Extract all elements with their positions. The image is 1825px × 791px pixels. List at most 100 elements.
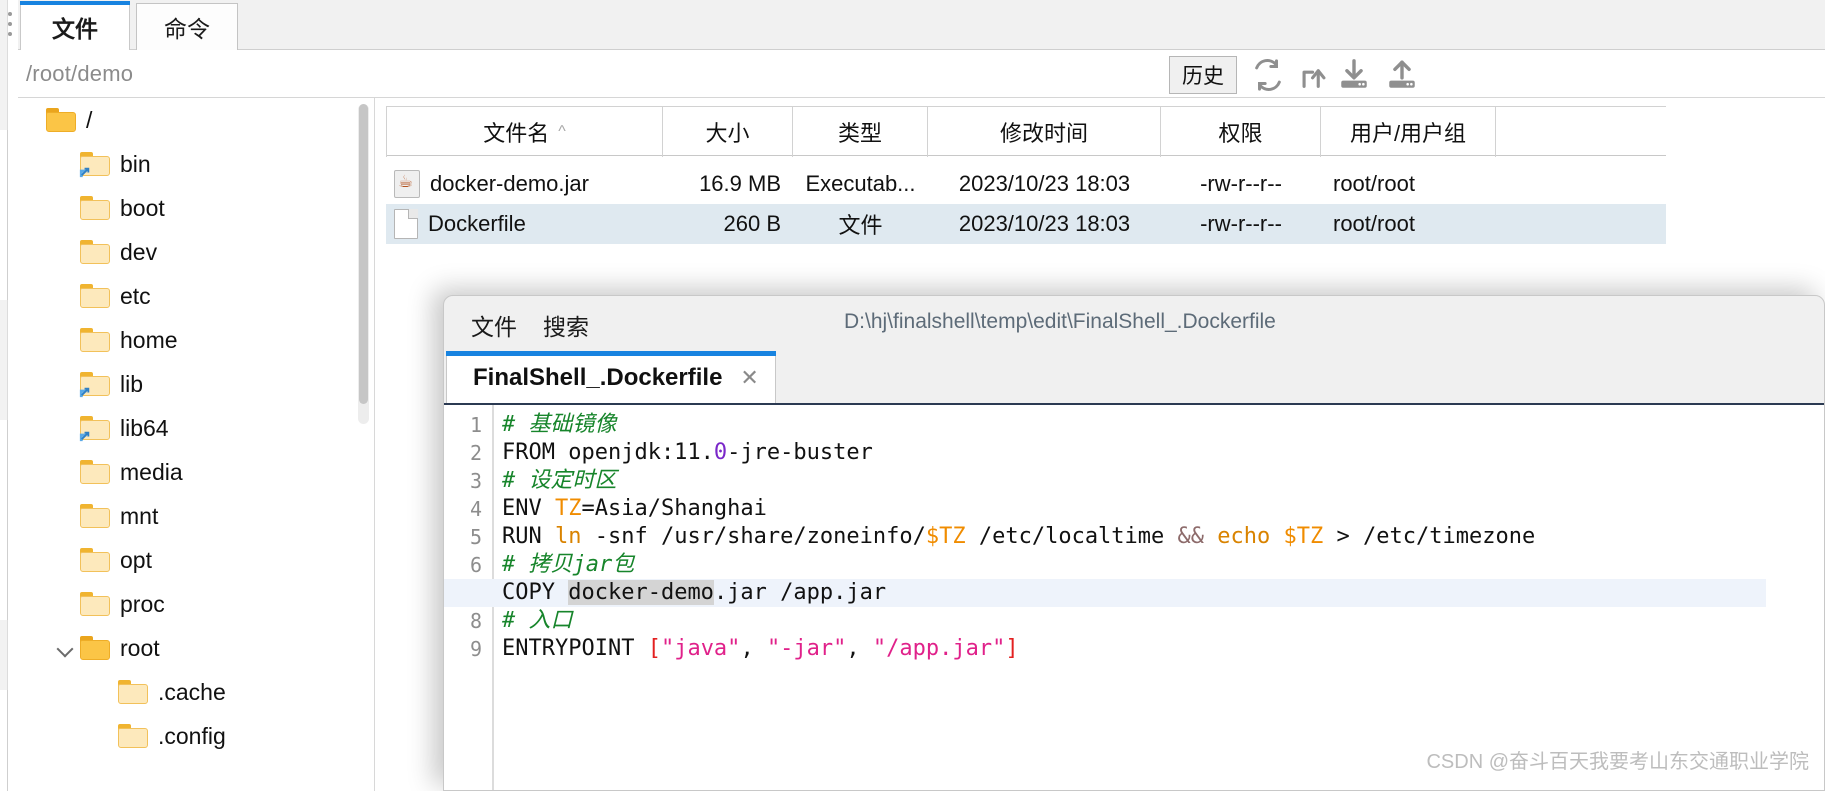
editor-menu-search-label: 搜索 [543,314,589,340]
tree-item-label: etc [120,282,151,309]
line-number: 4 [469,497,482,521]
tree-item-label: media [120,458,183,485]
editor-code-content[interactable]: # 基础镜像 FROM openjdk:11.0-jre-buster # 设定时区… [444,405,1824,790]
column-header-label: 用户/用户组 [1349,121,1467,146]
main-tab-strip: 文件 命令 [18,0,1825,50]
tree-item-opt[interactable]: opt [18,538,374,582]
sort-ascending-icon: ^ [558,123,566,140]
tree-item-lib[interactable]: lib [18,362,374,406]
tree-item-bin[interactable]: bin [18,142,374,186]
code-line[interactable]: # 入口 [502,607,573,635]
left-rail-segment-1 [0,130,8,300]
tree-item-cache[interactable]: .cache [18,670,374,714]
text-editor-window: 文件 搜索 D:\hj\finalshell\temp\edit\FinalSh… [443,295,1825,791]
code-line[interactable]: COPY docker-demo.jar /app.jar [444,579,1766,607]
tree-item-label: lib [120,370,144,397]
cell-size: 260 B [723,211,782,236]
tree-item-config[interactable]: .config [18,714,374,758]
folder-icon [80,504,110,528]
code-line[interactable]: FROM openjdk:11.0-jre-buster [502,439,873,467]
cell-modified: 2023/10/23 18:03 [958,211,1131,236]
tab-files-label: 文件 [52,16,98,42]
file-table-header: 文件名 ^ 大小 类型 修改时间 权限 用户/用户组 [386,106,1666,157]
tab-commands[interactable]: 命令 [136,3,238,50]
chevron-down-icon[interactable] [56,637,78,659]
tree-item-proc[interactable]: proc [18,582,374,626]
line-number: 5 [469,525,482,549]
refresh-icon[interactable] [1250,58,1286,92]
tree-item-etc[interactable]: etc [18,274,374,318]
code-line[interactable]: # 拷贝jar包 [502,551,634,579]
cell-owner: root/root [1333,171,1415,196]
history-button[interactable]: 历史 [1169,56,1237,94]
line-number: 6 [469,553,482,577]
folder-icon [80,592,110,616]
column-header-5[interactable]: 用户/用户组 [1321,107,1496,157]
folder-icon [46,108,76,132]
editor-tab-label: FinalShell_.Dockerfile [473,363,723,391]
folder-icon [80,548,110,572]
tree-item-label: proc [120,590,165,617]
tree-item-boot[interactable]: boot [18,186,374,230]
directory-tree[interactable]: / bin boot dev etc home lib lib64 media mnt opt pro… [18,98,375,791]
editor-menu-file[interactable]: 文件 [471,308,517,340]
tree-item-home[interactable]: home [18,318,374,362]
path-bar: /root/demo 历史 [18,50,1825,98]
line-number: 8 [469,609,482,633]
tree-item-label: / [86,106,93,133]
upload-icon[interactable] [1384,58,1420,92]
editor-tab-dockerfile[interactable]: FinalShell_.Dockerfile ✕ [446,351,776,403]
column-header-0[interactable]: 文件名 ^ [386,107,663,157]
line-number: 9 [469,637,482,661]
tree-item-root[interactable]: root [18,626,374,670]
table-row[interactable]: docker-demo.jar 16.9 MB Executab... 2023/10… [386,164,1666,204]
code-line[interactable]: # 基础镜像 [502,411,617,439]
column-header-1[interactable]: 大小 [663,107,793,157]
folder-icon [118,680,148,704]
tree-item-[interactable]: / [18,98,374,142]
column-header-3[interactable]: 修改时间 [928,107,1161,157]
editor-menu-bar: 文件 搜索 D:\hj\finalshell\temp\edit\FinalSh… [444,296,1824,351]
folder-icon [118,724,148,748]
tree-item-media[interactable]: media [18,450,374,494]
tree-item-mnt[interactable]: mnt [18,494,374,538]
current-path-input[interactable]: /root/demo [26,61,133,87]
window-grip-handle[interactable] [6,6,16,52]
code-line[interactable]: ENTRYPOINT ["java", "-jar", "/app.jar"] [502,635,1019,663]
tree-item-label: opt [120,546,152,573]
table-row[interactable]: Dockerfile 260 B 文件 2023/10/23 18:03 -rw-r--… [386,204,1666,244]
tree-item-label: home [120,326,178,353]
code-line[interactable]: ENV TZ=Asia/Shanghai [502,495,767,523]
tree-item-label: .cache [158,678,226,705]
history-button-label: 历史 [1182,65,1224,88]
cell-type: Executab... [805,171,916,196]
tab-commands-label: 命令 [164,16,210,42]
tab-files[interactable]: 文件 [20,1,130,50]
column-header-2[interactable]: 类型 [793,107,928,157]
line-number: 2 [469,441,482,465]
column-header-4[interactable]: 权限 [1161,107,1321,157]
tree-scrollbar[interactable] [358,104,369,424]
upload-parent-icon[interactable] [1296,58,1332,92]
left-rail-segment-2 [0,420,8,620]
download-icon[interactable] [1336,58,1372,92]
editor-menu-file-label: 文件 [471,314,517,340]
column-header-label: 类型 [837,121,882,146]
close-icon[interactable]: ✕ [740,365,758,391]
code-line[interactable]: # 设定时区 [502,467,617,495]
code-line[interactable]: RUN ln -snf /usr/share/zoneinfo/$TZ /etc… [502,523,1535,551]
folder-icon [80,240,110,264]
tree-item-dev[interactable]: dev [18,230,374,274]
tree-item-lib64[interactable]: lib64 [18,406,374,450]
editor-menu-search[interactable]: 搜索 [543,308,589,340]
cell-perms: -rw-r--r-- [1200,211,1282,236]
editor-code-area[interactable]: 123456789 # 基础镜像FROM openjdk:11.0-jre-bu… [444,403,1824,790]
